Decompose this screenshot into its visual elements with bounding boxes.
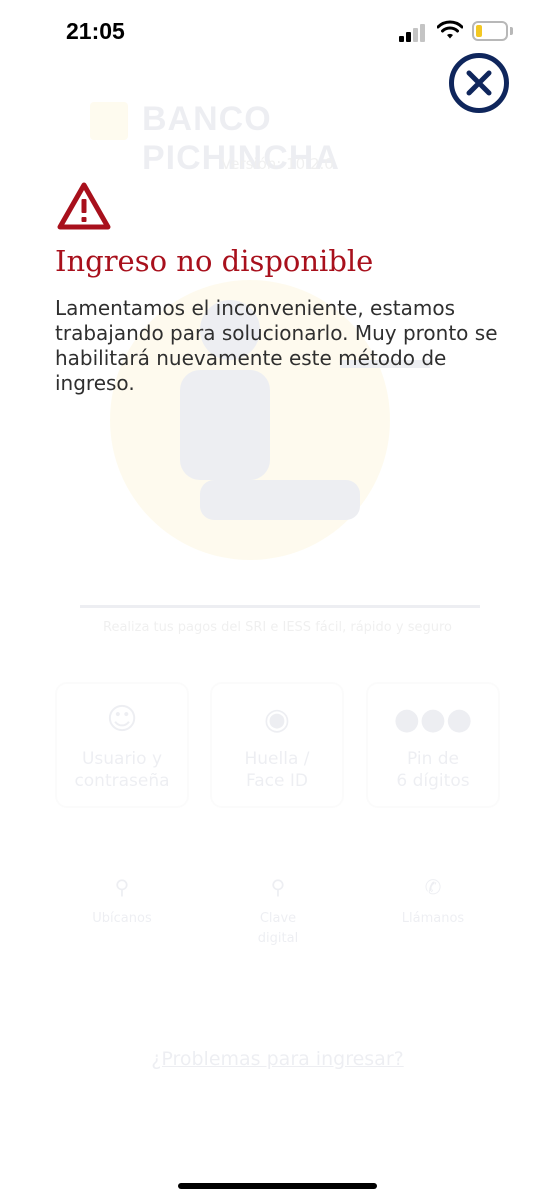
help-link: ¿Problemas para ingresar? xyxy=(151,1048,404,1070)
bank-logo: BANCO PICHINCHA xyxy=(90,100,470,177)
login-option-biometric: ◉ Huella / Face ID xyxy=(210,682,344,808)
login-option-label-line1: Usuario y xyxy=(81,749,163,769)
quick-link-label: Ubícanos xyxy=(92,911,152,926)
login-option-label-line2: Face ID xyxy=(246,771,308,791)
pin-dots-icon: ●●● xyxy=(393,702,473,737)
key-icon: ⚲ xyxy=(270,875,286,899)
quick-link-call: ✆ Llámanos xyxy=(373,875,493,929)
bank-logo-mark xyxy=(90,102,128,140)
close-icon xyxy=(449,53,509,113)
user-icon: ☺ xyxy=(106,702,138,737)
warning-icon xyxy=(57,182,111,230)
background-login-screen: BANCO PICHINCHA Versión: 10.2.0 Realiza … xyxy=(0,0,555,1200)
phone-icon: ✆ xyxy=(424,875,442,899)
login-option-pin: ●●● Pin de 6 dígitos xyxy=(366,682,500,808)
close-button[interactable] xyxy=(448,52,510,114)
quick-link-label-line2: digital xyxy=(257,931,299,946)
login-option-label-line1: Huella / xyxy=(244,749,310,769)
location-icon: ⚲ xyxy=(114,875,130,899)
login-option-user-password: ☺ Usuario y contraseña xyxy=(55,682,189,808)
login-option-label-line2: contraseña xyxy=(74,771,170,791)
login-option-label-line1: Pin de xyxy=(406,749,460,769)
home-indicator xyxy=(178,1183,377,1189)
login-option-label-line2: 6 dígitos xyxy=(396,771,470,791)
quick-link-digital-key: ⚲ Clave digital xyxy=(218,875,338,949)
app-version: Versión: 10.2.0 xyxy=(221,155,334,173)
promo-caption: Realiza tus pagos del SRI e IESS fácil, … xyxy=(103,620,452,635)
quick-link-label: Llámanos xyxy=(401,911,465,926)
alert-message: Lamentamos el inconveniente, estamos tra… xyxy=(55,296,498,395)
quick-link-location: ⚲ Ubícanos xyxy=(62,875,182,929)
alert-title: Ingreso no disponible xyxy=(55,244,374,278)
quick-link-label: Clave xyxy=(259,911,297,926)
fingerprint-icon: ◉ xyxy=(263,702,291,737)
